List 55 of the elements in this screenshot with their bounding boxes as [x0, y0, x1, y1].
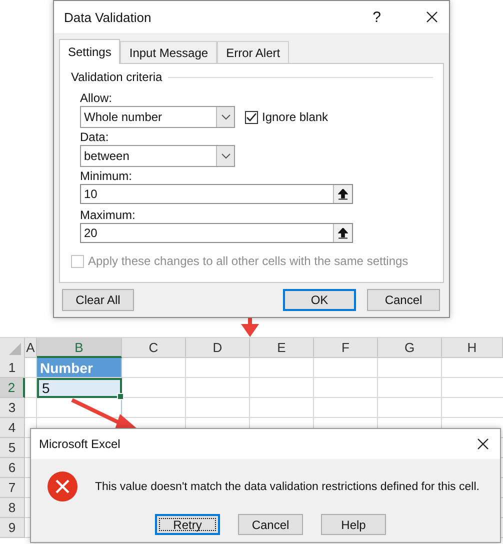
row-header[interactable]: 1 [0, 358, 25, 378]
column-header[interactable]: D [186, 338, 250, 358]
checkmark-icon [246, 112, 257, 122]
dialog-button[interactable]: Retry [155, 514, 220, 535]
row-header[interactable]: 2 [0, 378, 25, 398]
field-label: Maximum: [80, 208, 136, 223]
window-title: Data Validation [64, 10, 152, 24]
column-header[interactable]: C [122, 338, 186, 358]
range-select-button[interactable] [333, 224, 352, 242]
checkbox-label: Ignore blank [262, 110, 328, 124]
dialog-button[interactable]: OK [283, 289, 356, 311]
column-header[interactable]: G [378, 338, 442, 358]
select-all-icon [9, 343, 21, 355]
checkbox-label: Apply these changes to all other cells with the same settings [88, 254, 408, 268]
column-header[interactable]: B [37, 338, 122, 358]
input-field[interactable]: 10 [80, 184, 353, 204]
close-icon [477, 438, 489, 450]
dialog-button[interactable]: Clear All [62, 289, 134, 311]
row-header[interactable]: 6 [0, 458, 25, 478]
column-header[interactable]: E [250, 338, 314, 358]
tab[interactable]: Input Message [120, 41, 218, 63]
section-title: Validation criteria [71, 70, 162, 84]
input-field[interactable]: 20 [80, 223, 353, 243]
dialog-button[interactable]: Cancel [238, 514, 303, 535]
field-label: Data: [80, 130, 109, 145]
row-header[interactable]: 4 [0, 418, 25, 438]
up-arrow-icon [338, 228, 348, 238]
dropdown[interactable]: between [80, 145, 235, 167]
table-cell[interactable]: 5 [37, 378, 122, 398]
dialog-button[interactable]: Cancel [367, 289, 440, 311]
row-header[interactable]: 9 [0, 518, 25, 538]
tab[interactable]: Settings [59, 39, 120, 64]
checkbox[interactable] [245, 110, 258, 124]
arrow-icon [240, 318, 260, 337]
fill-handle[interactable] [117, 393, 124, 400]
row-header[interactable]: 8 [0, 498, 25, 518]
error-icon [47, 471, 78, 502]
chevron-down-icon [220, 114, 230, 120]
tab[interactable]: Error Alert [217, 41, 290, 63]
up-arrow-icon [338, 188, 348, 200]
range-select-button[interactable] [333, 185, 352, 203]
dialog-button[interactable]: Help [321, 514, 386, 535]
window-title: Microsoft Excel [39, 437, 122, 451]
field-label: Minimum: [80, 169, 132, 184]
error-message: This value doesn't match the data validation restrictions defined for this cell. [95, 480, 480, 492]
dropdown[interactable]: Whole number [80, 106, 235, 128]
row-header[interactable]: 5 [0, 438, 25, 458]
column-header[interactable]: F [314, 338, 378, 358]
field-label: Allow: [80, 91, 112, 106]
row-header[interactable]: 3 [0, 398, 25, 418]
column-header[interactable]: H [442, 338, 503, 358]
help-button[interactable]: ? [366, 8, 387, 26]
close-icon [426, 11, 438, 23]
chevron-down-icon [220, 153, 230, 159]
row-header[interactable]: 7 [0, 478, 25, 498]
